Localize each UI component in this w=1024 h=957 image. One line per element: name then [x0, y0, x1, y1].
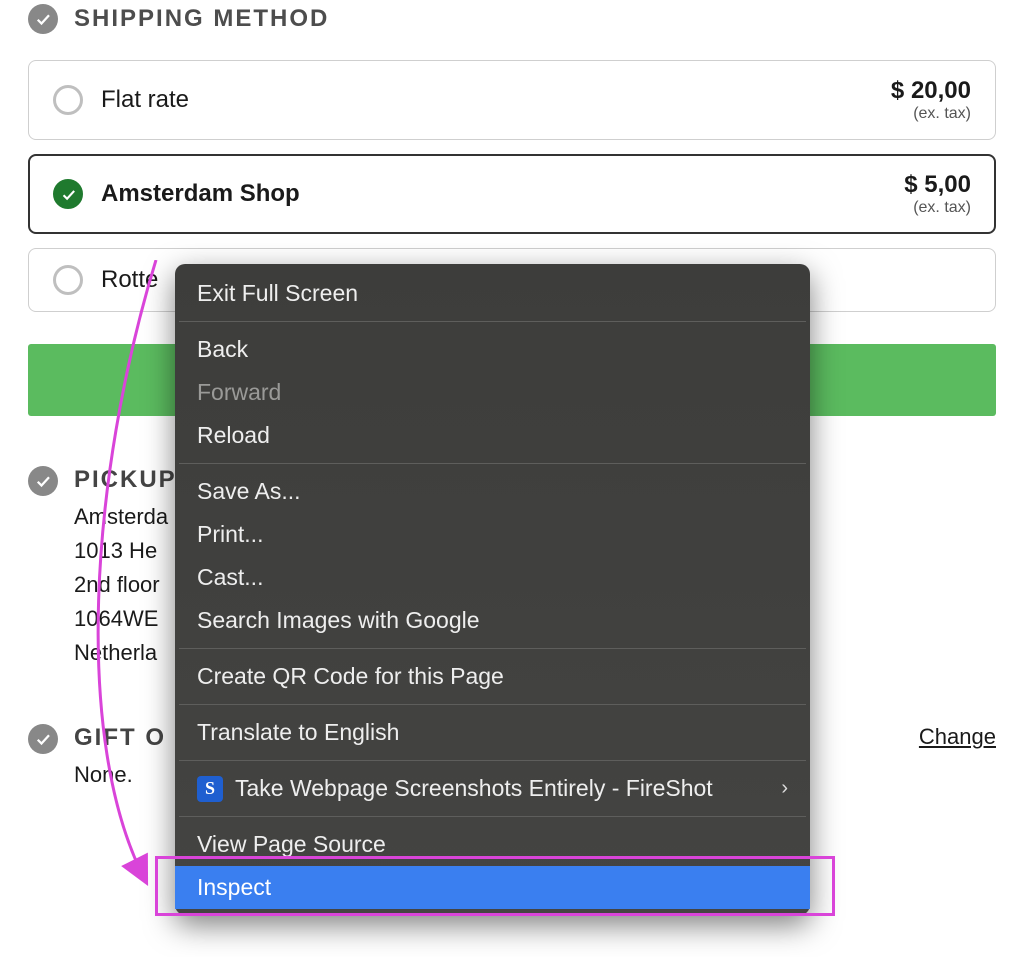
radio-unchecked-icon: [53, 265, 83, 295]
gift-change-link[interactable]: Change: [919, 724, 996, 750]
menu-create-qr[interactable]: Create QR Code for this Page: [175, 655, 810, 698]
check-circle-icon: [28, 466, 58, 496]
menu-separator: [179, 321, 806, 322]
radio-checked-icon: [53, 179, 83, 209]
section-title-shipping: SHIPPING METHOD: [74, 5, 329, 33]
menu-reload[interactable]: Reload: [175, 414, 810, 457]
extax: (ex. tax): [904, 199, 971, 217]
menu-separator: [179, 760, 806, 761]
check-circle-icon: [28, 4, 58, 34]
menu-cast[interactable]: Cast...: [175, 556, 810, 599]
radio-unchecked-icon: [53, 85, 83, 115]
shipping-option-flat-rate[interactable]: Flat rate $ 20,00 (ex. tax): [28, 60, 996, 140]
menu-print[interactable]: Print...: [175, 513, 810, 556]
price-block: $ 5,00 (ex. tax): [904, 171, 971, 217]
price: $ 5,00: [904, 171, 971, 199]
menu-separator: [179, 704, 806, 705]
menu-save-as[interactable]: Save As...: [175, 470, 810, 513]
chevron-right-icon: ›: [781, 771, 788, 806]
menu-inspect[interactable]: Inspect: [175, 866, 810, 909]
price-block: $ 20,00 (ex. tax): [891, 77, 971, 123]
menu-view-source[interactable]: View Page Source: [175, 823, 810, 866]
menu-separator: [179, 463, 806, 464]
menu-separator: [179, 816, 806, 817]
extax: (ex. tax): [891, 105, 971, 123]
menu-translate[interactable]: Translate to English: [175, 711, 810, 754]
shipping-method-header: SHIPPING METHOD: [28, 4, 996, 34]
menu-search-images[interactable]: Search Images with Google: [175, 599, 810, 642]
fireshot-icon: S: [197, 776, 223, 802]
menu-back[interactable]: Back: [175, 328, 810, 371]
check-circle-icon: [28, 724, 58, 754]
menu-separator: [179, 648, 806, 649]
menu-fireshot-label: Take Webpage Screenshots Entirely - Fire…: [235, 771, 713, 806]
price: $ 20,00: [891, 77, 971, 105]
option-label: Flat rate: [101, 86, 873, 114]
menu-exit-fullscreen[interactable]: Exit Full Screen: [175, 272, 810, 315]
option-label: Amsterdam Shop: [101, 180, 886, 208]
shipping-option-amsterdam[interactable]: Amsterdam Shop $ 5,00 (ex. tax): [28, 154, 996, 234]
context-menu: Exit Full Screen Back Forward Reload Sav…: [175, 264, 810, 915]
menu-fireshot[interactable]: S Take Webpage Screenshots Entirely - Fi…: [175, 767, 810, 810]
menu-forward: Forward: [175, 371, 810, 414]
